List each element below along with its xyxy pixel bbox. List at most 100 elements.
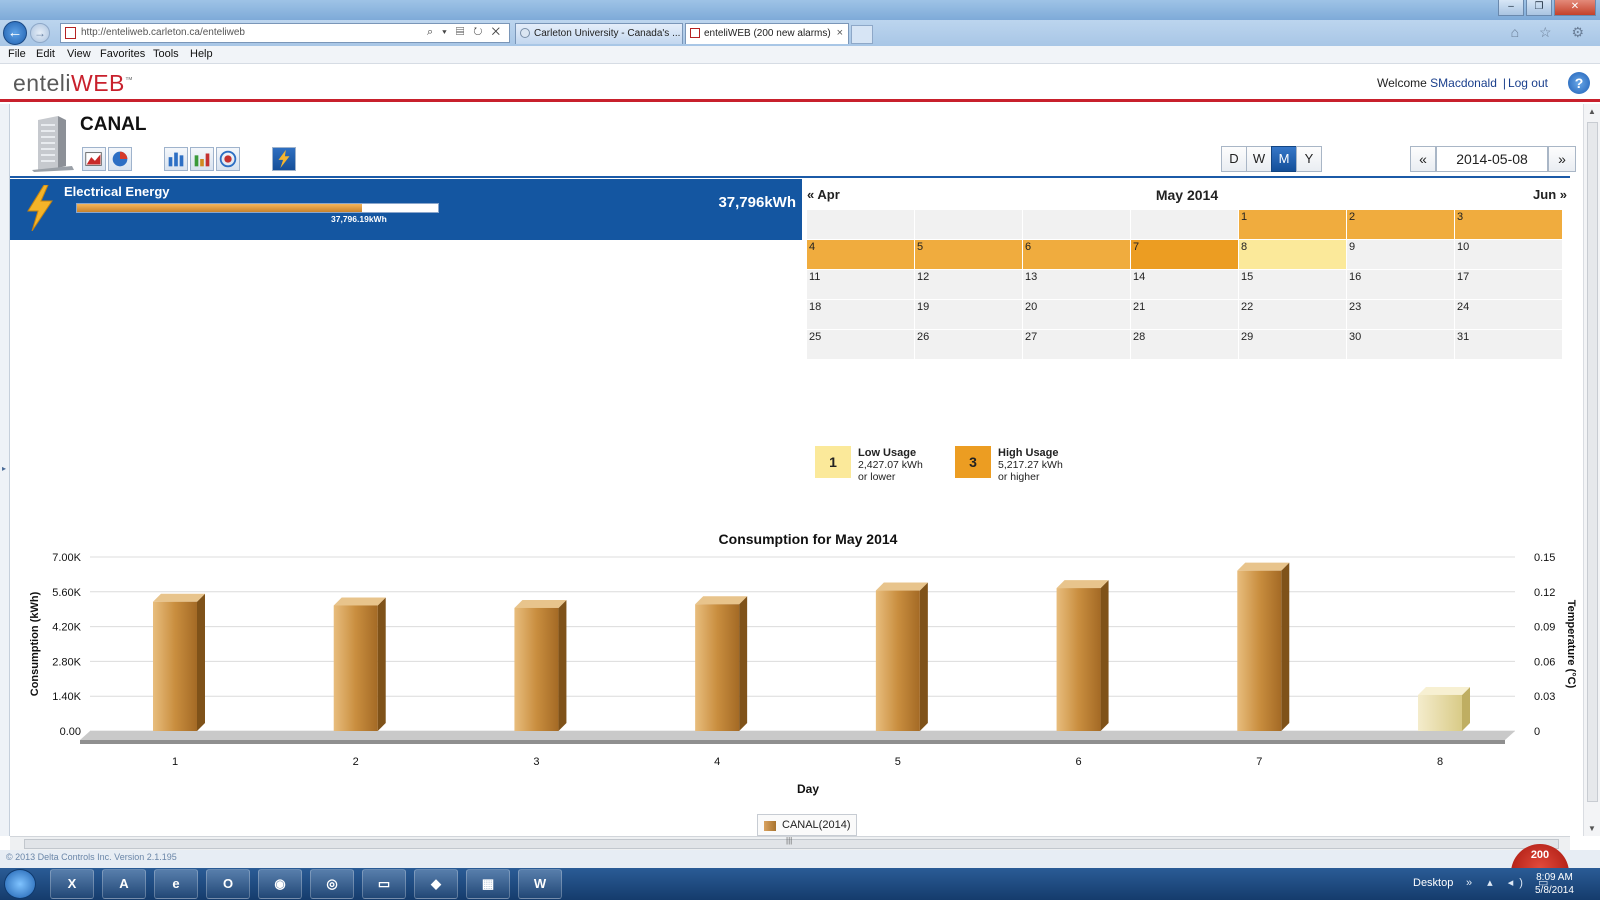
calendar-day-13[interactable]: 13 (1023, 270, 1130, 299)
calendar-day-14[interactable]: 14 (1131, 270, 1238, 299)
menu-help[interactable]: Help (190, 48, 213, 60)
close-tab-icon[interactable]: × (837, 24, 843, 43)
calendar-day-26[interactable]: 26 (915, 330, 1022, 359)
calendar-day-18[interactable]: 18 (807, 300, 914, 329)
maximize-button[interactable]: ❐ (1526, 0, 1552, 16)
clock-date: 5/8/2014 (1535, 885, 1574, 896)
next-period-button[interactable]: » (1548, 146, 1576, 172)
address-url[interactable]: http://enteliweb.carleton.ca/enteliweb (81, 27, 245, 38)
word-icon[interactable]: W (518, 869, 562, 899)
scroll-down-icon[interactable]: ▼ (1588, 824, 1596, 833)
calendar-day-12[interactable]: 12 (915, 270, 1022, 299)
desktop-toolbar-label[interactable]: Desktop (1413, 877, 1453, 889)
calendar-prev-month-link[interactable]: « Apr (807, 187, 840, 202)
chart-legend-item[interactable]: CANAL(2014) (757, 814, 857, 836)
calendar-day-27[interactable]: 27 (1023, 330, 1130, 359)
tab-label: Carleton University - Canada's ... (534, 28, 681, 39)
calendar-day-29[interactable]: 29 (1239, 330, 1346, 359)
excel-icon[interactable]: X (50, 869, 94, 899)
acrobat-icon[interactable]: A (102, 869, 146, 899)
username-link[interactable]: SMacdonald (1430, 76, 1497, 90)
calendar-day-19[interactable]: 19 (915, 300, 1022, 329)
help-icon[interactable]: ? (1568, 72, 1590, 94)
view-week-button[interactable]: W (1246, 146, 1272, 172)
calendar-next-month-link[interactable]: Jun » (1533, 187, 1567, 202)
chrome-icon[interactable]: ◎ (310, 869, 354, 899)
calendar-day-23[interactable]: 23 (1347, 300, 1454, 329)
calendar-day-24[interactable]: 24 (1455, 300, 1562, 329)
menu-tools[interactable]: Tools (153, 48, 179, 60)
calendar-day-9[interactable]: 9 (1347, 240, 1454, 269)
address-bar-tools[interactable]: ⌕ ▾ ▤ ↻ ✕ (427, 26, 503, 39)
firefox-icon[interactable]: ◉ (258, 869, 302, 899)
calendar-day-17[interactable]: 17 (1455, 270, 1562, 299)
calendar-day-7[interactable]: 7 (1131, 240, 1238, 269)
logout-link[interactable]: Log out (1508, 76, 1548, 90)
calendar-empty-cell (1023, 210, 1130, 239)
energy-bolt-icon[interactable] (272, 147, 296, 171)
scroll-up-icon[interactable]: ▲ (1588, 107, 1596, 116)
trend-chart-icon[interactable] (82, 147, 106, 171)
start-button[interactable] (4, 869, 36, 899)
internet-explorer-icon[interactable]: e (154, 869, 198, 899)
calendar-day-28[interactable]: 28 (1131, 330, 1238, 359)
view-day-button[interactable]: D (1221, 146, 1247, 172)
calendar-day-2[interactable]: 2 (1347, 210, 1454, 239)
minimize-button[interactable]: – (1498, 0, 1524, 16)
pie-chart-icon[interactable] (108, 147, 132, 171)
close-window-button[interactable]: ✕ (1554, 0, 1596, 16)
date-field[interactable]: 2014-05-08 (1436, 146, 1548, 172)
menu-file[interactable]: File (8, 48, 26, 60)
view-year-button[interactable]: Y (1296, 146, 1322, 172)
network-icon[interactable]: ◆ (414, 869, 458, 899)
page-title: CANAL (80, 114, 147, 135)
calendar-day-10[interactable]: 10 (1455, 240, 1562, 269)
tab-carleton[interactable]: Carleton University - Canada's ... (515, 23, 683, 44)
menu-favorites[interactable]: Favorites (100, 48, 145, 60)
calendar-day-15[interactable]: 15 (1239, 270, 1346, 299)
horizontal-scrollbar[interactable]: ||| (10, 836, 1570, 850)
calendar-day-8[interactable]: 8 (1239, 240, 1346, 269)
high-usage-title: High Usage (998, 447, 1059, 459)
view-month-button[interactable]: M (1271, 146, 1297, 172)
calendar-day-11[interactable]: 11 (807, 270, 914, 299)
calendar-day-3[interactable]: 3 (1455, 210, 1562, 239)
expand-arrow-icon[interactable]: ▸ (2, 464, 6, 473)
stacked-bar-icon[interactable] (190, 147, 214, 171)
calendar-day-21[interactable]: 21 (1131, 300, 1238, 329)
calendar-day-4[interactable]: 4 (807, 240, 914, 269)
target-icon[interactable] (216, 147, 240, 171)
calendar-day-16[interactable]: 16 (1347, 270, 1454, 299)
explorer-folder-icon[interactable]: ▭ (362, 869, 406, 899)
browser-toolbar-icons[interactable]: ⌂ ☆ ⚙ (1511, 24, 1592, 41)
vertical-scrollbar[interactable]: ▲ ▼ (1583, 104, 1600, 836)
address-bar[interactable]: http://enteliweb.carleton.ca/enteliweb ⌕… (60, 23, 510, 43)
energy-summary-panel[interactable]: Electrical Energy 37,796.19kWh 37,796kWh (10, 179, 802, 240)
new-tab-button[interactable] (851, 25, 873, 44)
calendar-day-30[interactable]: 30 (1347, 330, 1454, 359)
calendar-day-25[interactable]: 25 (807, 330, 914, 359)
calculator-icon[interactable]: ▦ (466, 869, 510, 899)
scroll-thumb[interactable] (1587, 122, 1598, 802)
calendar-day-1[interactable]: 1 (1239, 210, 1346, 239)
collapse-panel-strip[interactable]: ▸ (0, 104, 10, 836)
low-usage-swatch: 1 (815, 446, 851, 478)
calendar-day-31[interactable]: 31 (1455, 330, 1562, 359)
outlook-icon[interactable]: O (206, 869, 250, 899)
previous-period-button[interactable]: « (1410, 146, 1436, 172)
menu-view[interactable]: View (67, 48, 91, 60)
forward-button[interactable]: → (30, 23, 50, 43)
tab-enteliweb[interactable]: enteliWEB (200 new alarms) × (685, 23, 849, 44)
calendar-day-20[interactable]: 20 (1023, 300, 1130, 329)
calendar-day-22[interactable]: 22 (1239, 300, 1346, 329)
calendar-day-6[interactable]: 6 (1023, 240, 1130, 269)
clock-time: 8:09 AM (1536, 872, 1573, 883)
calendar-day-5[interactable]: 5 (915, 240, 1022, 269)
back-button[interactable]: ← (3, 21, 27, 45)
bar-chart-icon[interactable] (164, 147, 188, 171)
menu-edit[interactable]: Edit (36, 48, 55, 60)
system-clock[interactable]: 8:09 AM 5/8/2014 (1535, 871, 1574, 897)
scroll-grip: ||| (786, 836, 793, 845)
window-controls: – ❐ ✕ (1498, 0, 1596, 16)
view-mode-selector: D W M Y (1221, 146, 1322, 172)
